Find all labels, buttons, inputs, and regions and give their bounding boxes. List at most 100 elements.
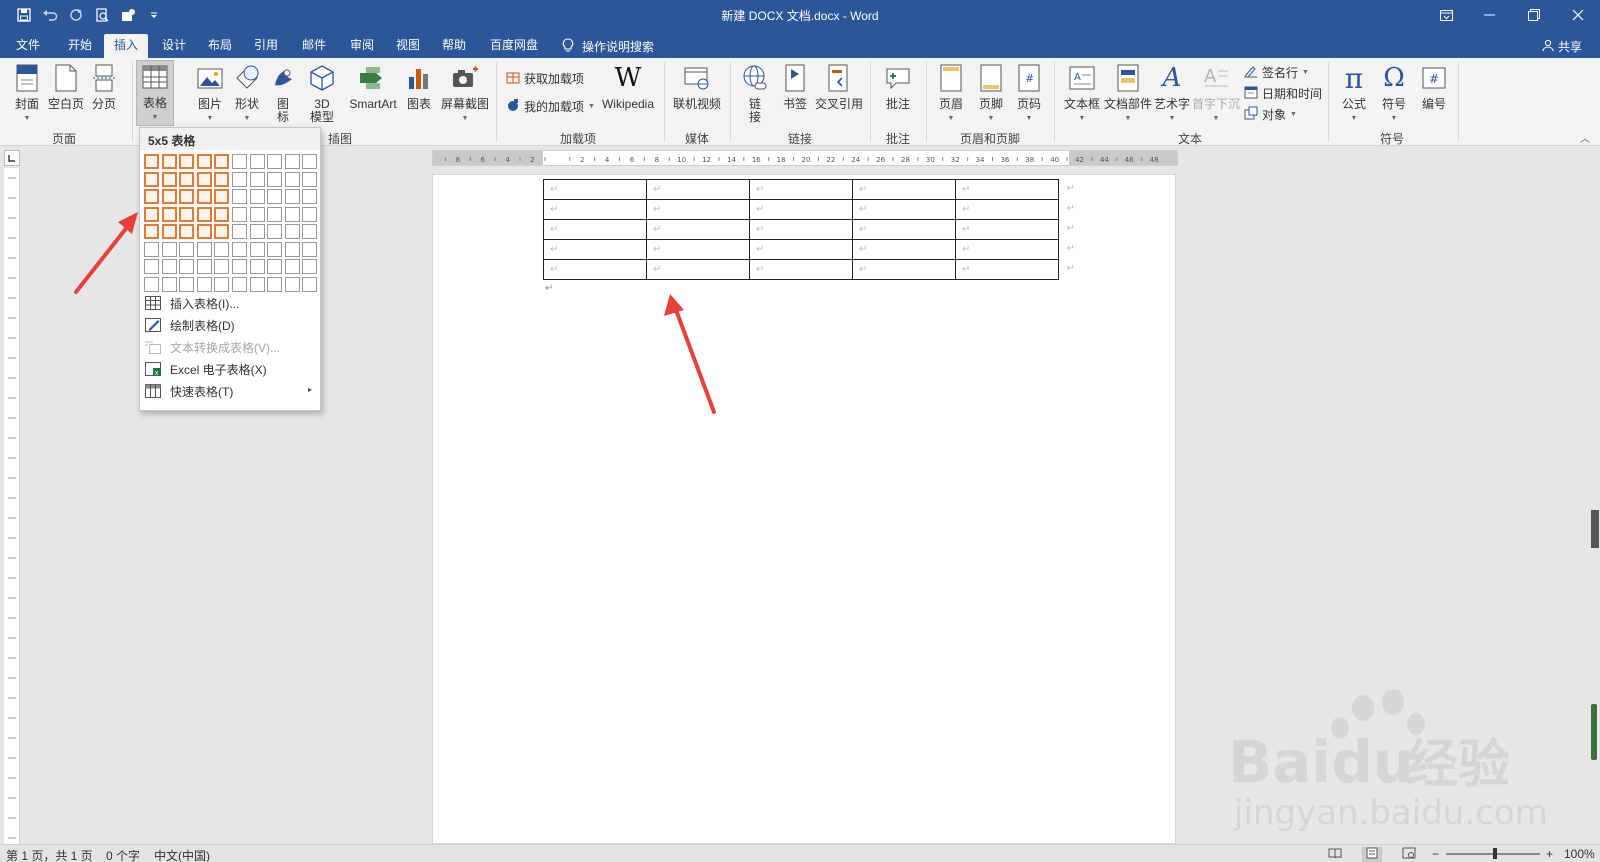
zoom-in-button[interactable]: +	[1546, 847, 1553, 861]
grid-cell[interactable]	[249, 259, 265, 274]
share-button[interactable]: 共享	[1542, 38, 1582, 55]
document-page[interactable]: ↵ ↵ ↵ ↵ ↵ ↵ ↵ ↵ ↵ ↵ ↵ ↵ ↵ ↵ ↵ ↵ ↵ ↵ ↵ ↵ ↵ ↵ ↵ ↵ ↵ ↵ ↵ ↵ ↵ ↵ ↵	[432, 174, 1176, 844]
grid-cell[interactable]	[267, 241, 283, 257]
excel-spreadsheet-menu-item[interactable]: x Excel 电子表格(X)	[140, 358, 320, 380]
grid-cell[interactable]	[249, 189, 265, 204]
grid-cell[interactable]	[179, 276, 195, 292]
table-cell[interactable]: ↵	[852, 259, 956, 280]
tab-home[interactable]: 开始	[58, 34, 102, 58]
grid-cell[interactable]	[161, 276, 177, 292]
grid-cell-selected[interactable]	[144, 189, 159, 204]
grid-cell[interactable]	[302, 171, 318, 187]
wordart-button[interactable]: A 艺术字 ▼	[1154, 62, 1190, 125]
grid-cell[interactable]	[302, 189, 318, 204]
text-to-table-menu-item[interactable]: 文本转换成表格(V)...	[140, 336, 320, 358]
grid-cell[interactable]	[249, 276, 265, 292]
language[interactable]: 中文(中国)	[154, 847, 210, 862]
object-button[interactable]: 对象 ▼	[1244, 106, 1297, 123]
ribbon-display-icon[interactable]	[1424, 0, 1468, 30]
wikipedia-button[interactable]: W Wikipedia	[600, 62, 656, 111]
grid-cell-selected[interactable]	[196, 171, 212, 187]
equation-button[interactable]: π 公式 ▼	[1338, 62, 1370, 125]
my-addins-button[interactable]: 我的加载项 ▼	[506, 98, 595, 115]
grid-cell[interactable]	[302, 276, 318, 292]
table-cell[interactable]: ↵	[955, 199, 1059, 220]
table-row[interactable]: ↵ ↵ ↵ ↵ ↵	[543, 259, 1059, 280]
web-layout-icon[interactable]	[1402, 847, 1416, 862]
grid-cell-selected[interactable]	[161, 224, 177, 239]
grid-cell-selected[interactable]	[161, 189, 177, 204]
read-mode-icon[interactable]	[1328, 847, 1342, 862]
grid-cell[interactable]	[179, 241, 195, 257]
grid-cell-selected[interactable]	[144, 171, 159, 187]
page-break-button[interactable]: 分页	[88, 62, 120, 111]
grid-cell-selected[interactable]	[214, 171, 230, 187]
tab-references[interactable]: 引用	[244, 34, 288, 58]
grid-cell[interactable]	[214, 259, 230, 274]
table-cell[interactable]: ↵	[543, 179, 647, 200]
icons-button[interactable]: 图 标	[270, 62, 296, 124]
scrollbar-thumb[interactable]	[1591, 510, 1599, 548]
cross-reference-button[interactable]: 交叉引用	[814, 62, 864, 111]
grid-cell[interactable]	[284, 154, 300, 169]
grid-cell[interactable]	[267, 259, 283, 274]
grid-cell-selected[interactable]	[214, 154, 230, 169]
table-row[interactable]: ↵ ↵ ↵ ↵ ↵	[543, 199, 1059, 220]
table-cell[interactable]: ↵	[543, 259, 647, 280]
grid-cell[interactable]	[302, 224, 318, 239]
table-cell[interactable]: ↵	[749, 239, 853, 260]
grid-cell[interactable]	[196, 276, 212, 292]
vertical-ruler[interactable]	[4, 168, 20, 844]
document-navigation-handle[interactable]	[1591, 704, 1597, 760]
grid-cell[interactable]	[231, 206, 247, 222]
grid-cell-selected[interactable]	[144, 224, 159, 239]
chart-button[interactable]: 图表	[406, 62, 432, 111]
grid-cell[interactable]	[249, 224, 265, 239]
grid-cell-selected[interactable]	[144, 154, 159, 169]
table-cell[interactable]: ↵	[955, 219, 1059, 240]
grid-cell[interactable]	[302, 154, 318, 169]
grid-cell[interactable]	[284, 171, 300, 187]
table-cell[interactable]: ↵	[646, 239, 750, 260]
grid-cell[interactable]	[231, 276, 247, 292]
grid-cell[interactable]	[231, 189, 247, 204]
close-icon[interactable]	[1556, 0, 1600, 30]
grid-cell-selected[interactable]	[196, 206, 212, 222]
tab-mailings[interactable]: 邮件	[292, 34, 336, 58]
table-cell[interactable]: ↵	[646, 199, 750, 220]
table-cell[interactable]: ↵	[955, 239, 1059, 260]
grid-cell-selected[interactable]	[196, 189, 212, 204]
get-addins-button[interactable]: 获取加载项	[506, 70, 584, 87]
table-cell[interactable]: ↵	[749, 199, 853, 220]
table-cell[interactable]: ↵	[646, 219, 750, 240]
grid-cell[interactable]	[302, 206, 318, 222]
document-table[interactable]: ↵ ↵ ↵ ↵ ↵ ↵ ↵ ↵ ↵ ↵ ↵ ↵ ↵ ↵ ↵ ↵ ↵ ↵ ↵ ↵ ↵ ↵ ↵ ↵ ↵	[543, 179, 1059, 280]
tab-review[interactable]: 审阅	[340, 34, 384, 58]
grid-cell[interactable]	[249, 154, 265, 169]
quick-tables-menu-item[interactable]: 快速表格(T) ▸	[140, 380, 320, 402]
shapes-button[interactable]: 形状 ▼	[230, 62, 264, 125]
table-cell[interactable]: ↵	[852, 199, 956, 220]
quick-parts-button[interactable]: 文档部件 ▼	[1104, 62, 1152, 125]
zoom-out-button[interactable]: −	[1432, 847, 1439, 861]
print-layout-icon[interactable]	[1362, 847, 1382, 862]
tab-view[interactable]: 视图	[386, 34, 430, 58]
table-button[interactable]: 表格 ▼	[136, 60, 174, 126]
grid-cell[interactable]	[302, 241, 318, 257]
grid-cell[interactable]	[231, 154, 247, 169]
grid-cell[interactable]	[302, 259, 318, 274]
grid-cell[interactable]	[161, 259, 177, 274]
grid-cell-selected[interactable]	[161, 154, 177, 169]
table-cell[interactable]: ↵	[852, 239, 956, 260]
grid-cell-selected[interactable]	[196, 224, 212, 239]
grid-cell[interactable]	[267, 224, 283, 239]
grid-cell[interactable]	[144, 259, 159, 274]
insert-table-menu-item[interactable]: 插入表格(I)...	[140, 292, 320, 314]
3d-models-button[interactable]: 3D 模型	[308, 62, 336, 124]
symbol-button[interactable]: Ω 符号 ▼	[1378, 62, 1410, 125]
smartart-button[interactable]: SmartArt	[344, 62, 402, 111]
grid-cell-selected[interactable]	[179, 224, 195, 239]
grid-cell-selected[interactable]	[161, 206, 177, 222]
table-cell[interactable]: ↵	[852, 179, 956, 200]
tab-insert[interactable]: 插入	[104, 34, 149, 58]
